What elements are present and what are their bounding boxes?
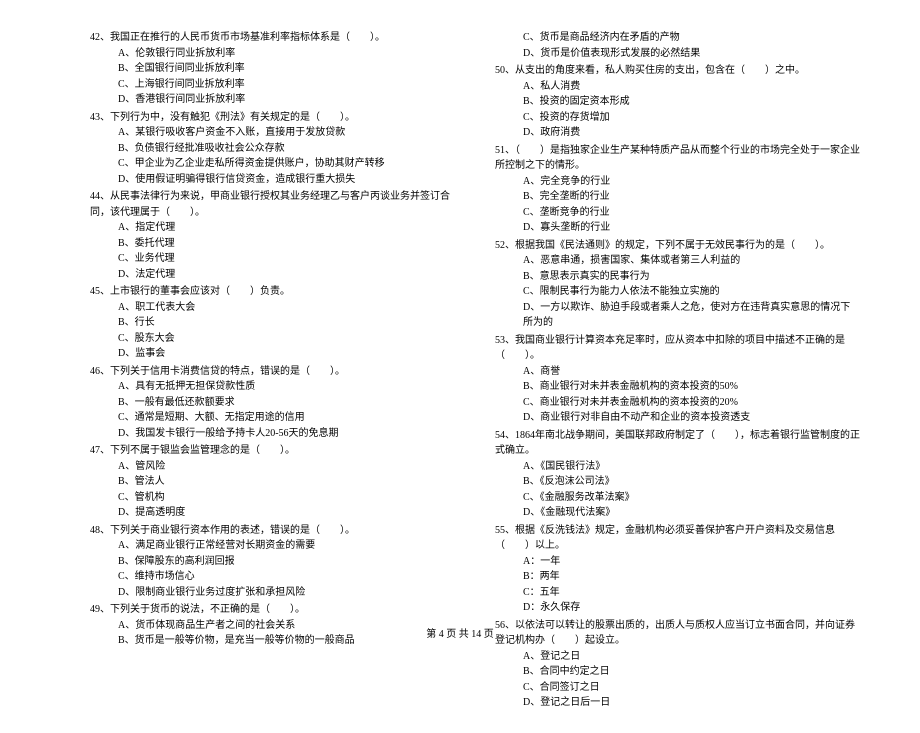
question-53: 53、我国商业银行计算资本充足率时，应从资本中扣除的项目中描述不正确的是（ ）。…	[495, 333, 860, 426]
question-text: 46、下列关于信用卡消费信贷的特点，错误的是（ ）。	[90, 364, 455, 380]
option-d: D：永久保存	[495, 600, 860, 616]
question-54: 54、1864年南北战争期间，美国联邦政府制定了（ ），标志着银行监管制度的正式…	[495, 428, 860, 521]
option-d: D、《金融现代法案》	[495, 505, 860, 521]
question-text: 53、我国商业银行计算资本充足率时，应从资本中扣除的项目中描述不正确的是（ ）。	[495, 333, 860, 364]
option-a: A、管风险	[90, 459, 455, 475]
option-c: C、商业银行对未并表金融机构的资本投资的20%	[495, 395, 860, 411]
question-text: 45、上市银行的董事会应该对（ ）负责。	[90, 284, 455, 300]
option-a: A、恶意串通，损害国家、集体或者第三人利益的	[495, 253, 860, 269]
question-text: 49、下列关于货币的说法，不正确的是（ ）。	[90, 602, 455, 618]
question-text: 42、我国正在推行的人民币货币市场基准利率指标体系是（ ）。	[90, 30, 455, 46]
option-d: D、政府消费	[495, 125, 860, 141]
left-column: 42、我国正在推行的人民币货币市场基准利率指标体系是（ ）。 A、伦敦银行同业拆…	[90, 30, 455, 713]
question-text: 54、1864年南北战争期间，美国联邦政府制定了（ ），标志着银行监管制度的正式…	[495, 428, 860, 459]
option-b: B、《反泡沫公司法》	[495, 474, 860, 490]
option-d: D、使用假证明骗得银行信贷资金，造成银行重大损失	[90, 172, 455, 188]
option-a: A、具有无抵押无担保贷款性质	[90, 379, 455, 395]
option-b: B、完全垄断的行业	[495, 189, 860, 205]
option-c: C、维持市场信心	[90, 569, 455, 585]
option-a: A、登记之日	[495, 649, 860, 665]
option-a: A：一年	[495, 554, 860, 570]
question-text: 55、根据《反洗钱法》规定，金融机构必须妥善保护客户开户资料及交易信息（ ）以上…	[495, 523, 860, 554]
question-45: 45、上市银行的董事会应该对（ ）负责。 A、职工代表大会 B、行长 C、股东大…	[90, 284, 455, 362]
question-text: 44、从民事法律行为来说，甲商业银行授权其业务经理乙与客户丙谈业务并签订合同，该…	[90, 189, 455, 220]
question-48: 48、下列关于商业银行资本作用的表述，错误的是（ ）。 A、满足商业银行正常经营…	[90, 523, 455, 601]
option-b: B：两年	[495, 569, 860, 585]
option-d: D、登记之日后一日	[495, 695, 860, 711]
question-44: 44、从民事法律行为来说，甲商业银行授权其业务经理乙与客户丙谈业务并签订合同，该…	[90, 189, 455, 282]
question-51: 51、（ ）是指独家企业生产某种特质产品从而整个行业的市场完全处于一家企业所控制…	[495, 143, 860, 236]
option-c: C、管机构	[90, 490, 455, 506]
option-c: C、股东大会	[90, 331, 455, 347]
option-c: C、限制民事行为能力人依法不能独立实施的	[495, 284, 860, 300]
option-a: A、私人消费	[495, 79, 860, 95]
option-a: A、职工代表大会	[90, 300, 455, 316]
option-d: D、一方以欺诈、胁迫手段或者乘人之危，使对方在违背真实意思的情况下所为的	[495, 300, 860, 331]
option-a: A、某银行吸收客户资金不入账，直接用于发放贷款	[90, 125, 455, 141]
option-b: B、一般有最低还款额要求	[90, 395, 455, 411]
page-footer: 第 4 页 共 14 页	[0, 625, 920, 640]
question-49-cont: C、货币是商品经济内在矛盾的产物 D、货币是价值表现形式发展的必然结果	[495, 30, 860, 61]
right-column: C、货币是商品经济内在矛盾的产物 D、货币是价值表现形式发展的必然结果 50、从…	[495, 30, 860, 713]
question-text: 47、下列不属于银监会监管理念的是（ ）。	[90, 443, 455, 459]
option-a: A、满足商业银行正常经营对长期资金的需要	[90, 538, 455, 554]
option-b: B、意思表示真实的民事行为	[495, 269, 860, 285]
question-42: 42、我国正在推行的人民币货币市场基准利率指标体系是（ ）。 A、伦敦银行同业拆…	[90, 30, 455, 108]
option-a: A、伦敦银行同业拆放利率	[90, 46, 455, 62]
option-d: D、商业银行对非自由不动产和企业的资本投资透支	[495, 410, 860, 426]
question-text: 43、下列行为中，没有触犯《刑法》有关规定的是（ ）。	[90, 110, 455, 126]
option-b: B、合同中约定之日	[495, 664, 860, 680]
option-c: C、通常是短期、大额、无指定用途的信用	[90, 410, 455, 426]
option-c: C、投资的存货增加	[495, 110, 860, 126]
question-46: 46、下列关于信用卡消费信贷的特点，错误的是（ ）。 A、具有无抵押无担保贷款性…	[90, 364, 455, 442]
option-c: C、甲企业为乙企业走私所得资金提供账户，协助其财产转移	[90, 156, 455, 172]
question-text: 51、（ ）是指独家企业生产某种特质产品从而整个行业的市场完全处于一家企业所控制…	[495, 143, 860, 174]
option-d: D、限制商业银行业务过度扩张和承担风险	[90, 585, 455, 601]
option-a: A、完全竞争的行业	[495, 174, 860, 190]
page-container: 42、我国正在推行的人民币货币市场基准利率指标体系是（ ）。 A、伦敦银行同业拆…	[0, 0, 920, 733]
option-d: D、监事会	[90, 346, 455, 362]
question-43: 43、下列行为中，没有触犯《刑法》有关规定的是（ ）。 A、某银行吸收客户资金不…	[90, 110, 455, 188]
option-b: B、保障股东的高利润回报	[90, 554, 455, 570]
option-c: C、上海银行间同业拆放利率	[90, 77, 455, 93]
option-b: B、商业银行对未并表金融机构的资本投资的50%	[495, 379, 860, 395]
option-d: D、寡头垄断的行业	[495, 220, 860, 236]
option-c: C：五年	[495, 585, 860, 601]
option-b: B、投资的固定资本形成	[495, 94, 860, 110]
option-a: A、《国民银行法》	[495, 459, 860, 475]
option-b: B、委托代理	[90, 236, 455, 252]
question-text: 50、从支出的角度来看，私人购买住房的支出，包含在（ ）之中。	[495, 63, 860, 79]
option-c: C、《金融服务改革法案》	[495, 490, 860, 506]
question-text: 48、下列关于商业银行资本作用的表述，错误的是（ ）。	[90, 523, 455, 539]
option-d: D、货币是价值表现形式发展的必然结果	[495, 46, 860, 62]
question-52: 52、根据我国《民法通则》的规定，下列不属于无效民事行为的是（ ）。 A、恶意串…	[495, 238, 860, 331]
option-b: B、全国银行间同业拆放利率	[90, 61, 455, 77]
option-d: D、法定代理	[90, 267, 455, 283]
question-text: 52、根据我国《民法通则》的规定，下列不属于无效民事行为的是（ ）。	[495, 238, 860, 254]
question-47: 47、下列不属于银监会监管理念的是（ ）。 A、管风险 B、管法人 C、管机构 …	[90, 443, 455, 521]
option-c: C、垄断竞争的行业	[495, 205, 860, 221]
option-a: A、指定代理	[90, 220, 455, 236]
option-b: B、负债银行经批准吸收社会公众存款	[90, 141, 455, 157]
option-c: C、合同签订之日	[495, 680, 860, 696]
option-c: C、货币是商品经济内在矛盾的产物	[495, 30, 860, 46]
option-a: A、商誉	[495, 364, 860, 380]
option-d: D、提高透明度	[90, 505, 455, 521]
question-55: 55、根据《反洗钱法》规定，金融机构必须妥善保护客户开户资料及交易信息（ ）以上…	[495, 523, 860, 616]
question-50: 50、从支出的角度来看，私人购买住房的支出，包含在（ ）之中。 A、私人消费 B…	[495, 63, 860, 141]
option-d: D、香港银行间同业拆放利率	[90, 92, 455, 108]
option-c: C、业务代理	[90, 251, 455, 267]
option-d: D、我国发卡银行一般给予持卡人20-56天的免息期	[90, 426, 455, 442]
option-b: B、管法人	[90, 474, 455, 490]
option-b: B、行长	[90, 315, 455, 331]
